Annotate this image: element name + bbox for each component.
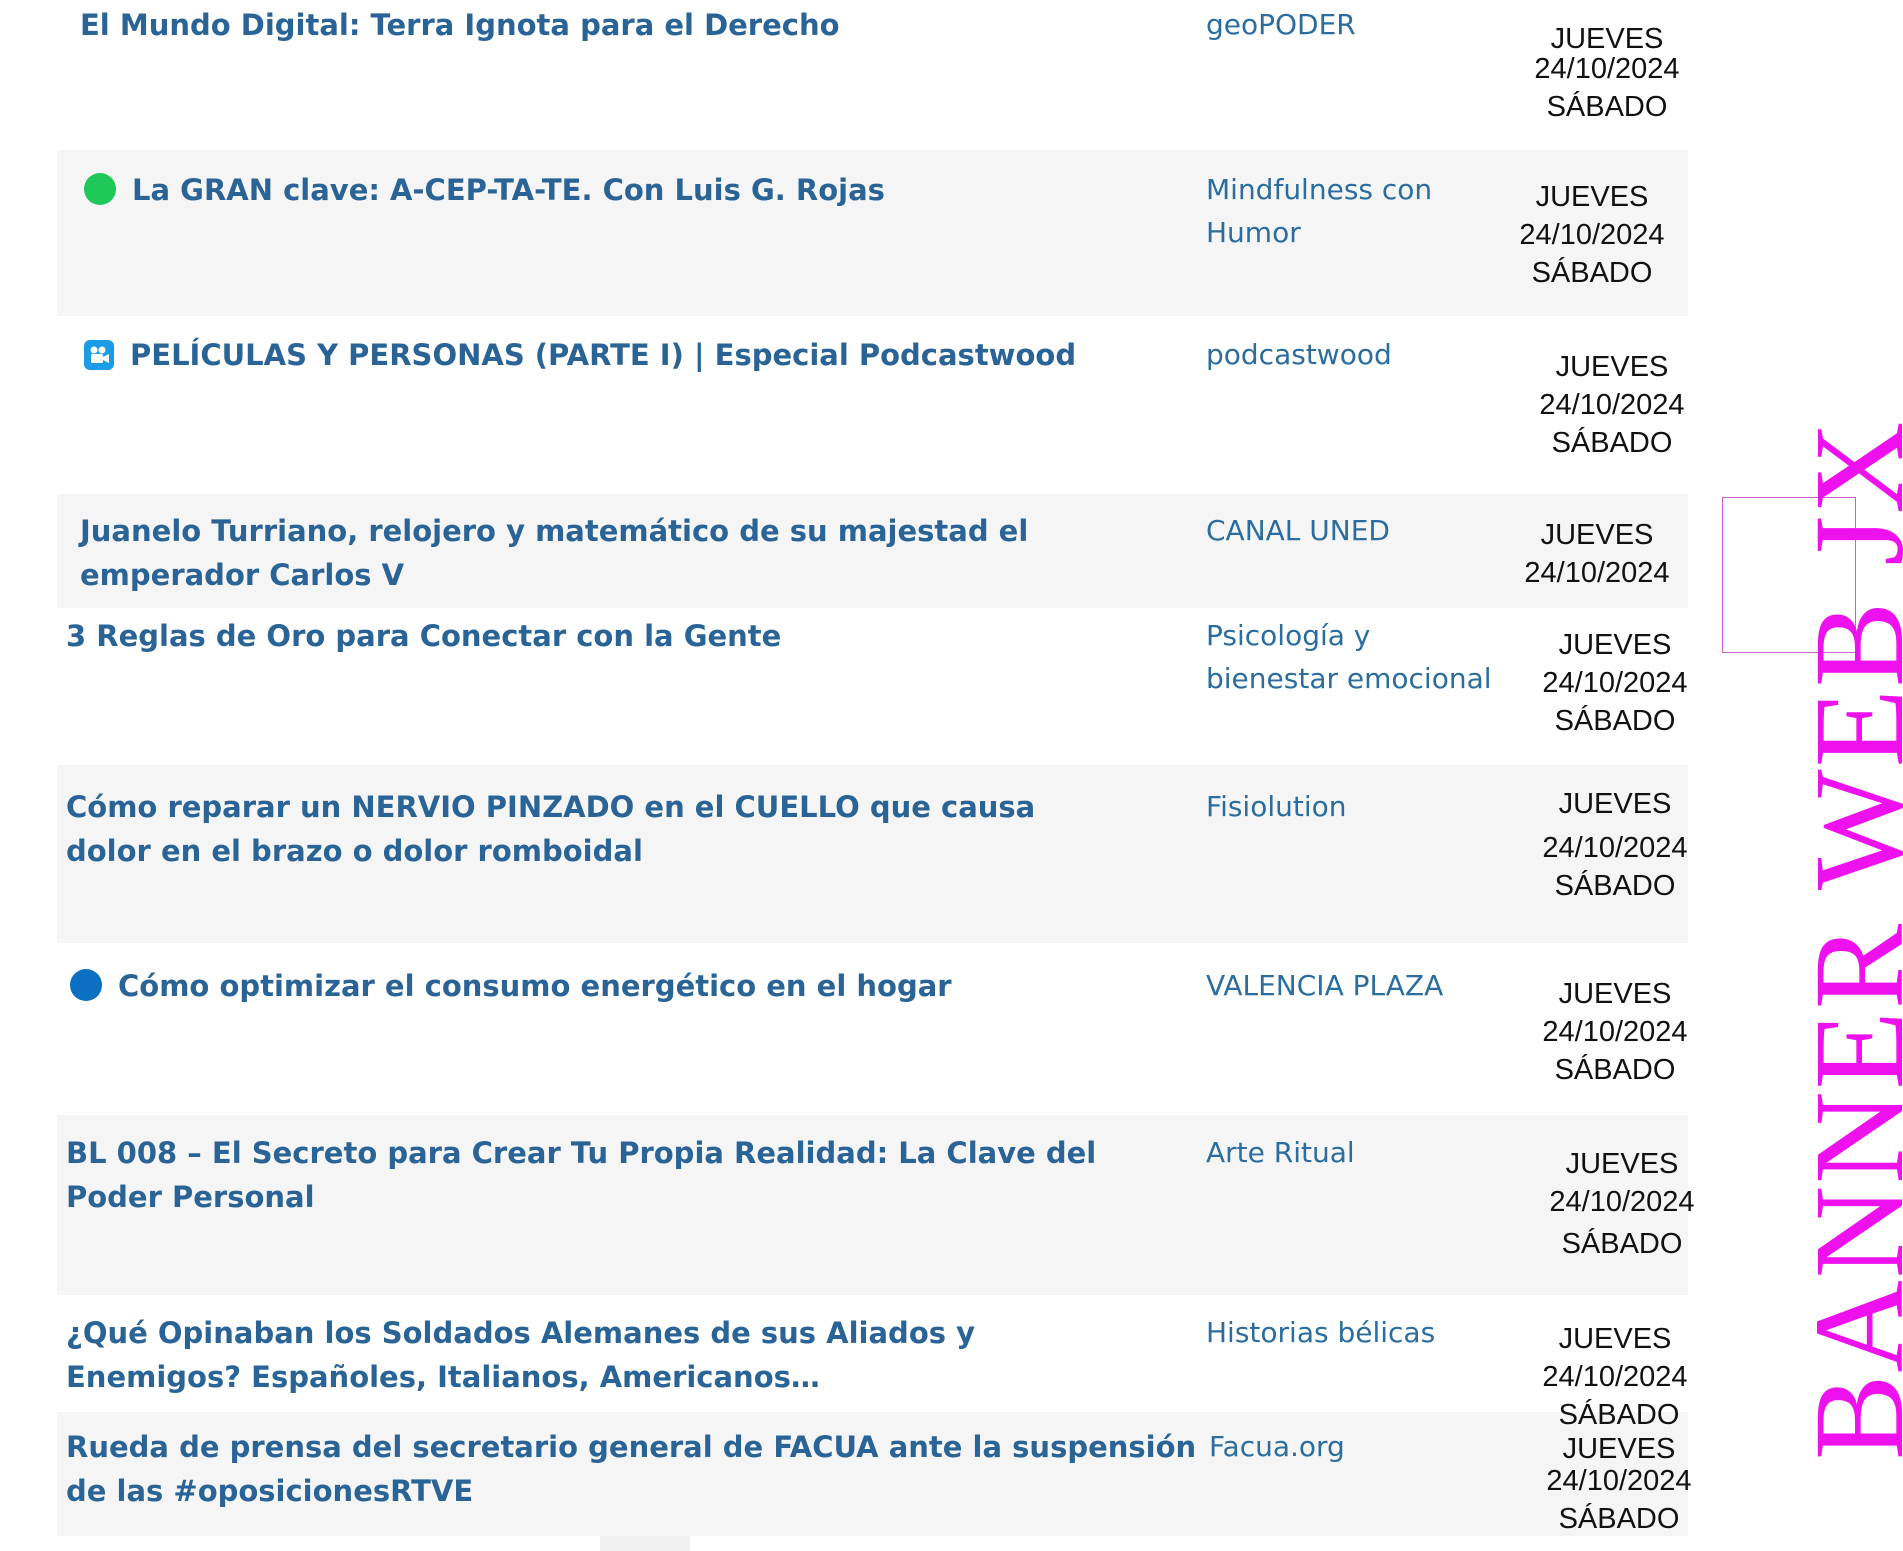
schedule-day-end: SÁBADO — [1546, 91, 1668, 123]
video-title-text: BL 008 – El Secreto para Crear Tu Propia… — [66, 1136, 1097, 1214]
video-title-text: 3 Reglas de Oro para Conectar con la Gen… — [66, 619, 782, 653]
channel-link[interactable]: Historias bélicas — [1206, 1311, 1506, 1354]
schedule-day-start: JUEVES — [1558, 629, 1672, 661]
video-title-link[interactable]: Juanelo Turriano, relojero y matemático … — [80, 509, 1205, 597]
table-row: PELÍCULAS Y PERSONAS (PARTE I) | Especia… — [57, 316, 1688, 494]
video-title-link[interactable]: 3 Reglas de Oro para Conectar con la Gen… — [66, 614, 1216, 658]
schedule-dates: JUEVES 24/10/2024 SÁBADO — [1477, 20, 1737, 126]
video-title-link[interactable]: La GRAN clave: A-CEP-TA-TE. Con Luis G. … — [84, 168, 1234, 212]
schedule-day-end: SÁBADO — [1561, 1228, 1683, 1260]
video-title-link[interactable]: El Mundo Digital: Terra Ignota para el D… — [80, 3, 1230, 47]
schedule-day-end: SÁBADO — [1531, 257, 1653, 289]
video-title-link[interactable]: Cómo optimizar el consumo energético en … — [70, 964, 1220, 1008]
schedule-day-start: JUEVES — [1558, 978, 1672, 1010]
channel-link[interactable]: Arte Ritual — [1206, 1131, 1506, 1174]
schedule-date: 24/10/2024 — [1542, 667, 1688, 699]
green-circle-icon — [84, 173, 116, 205]
schedule-dates: SÁBADO JUEVES 24/10/2024 SÁBADO — [1489, 1396, 1749, 1538]
schedule-dates: JUEVES 24/10/2024 SÁBADO — [1485, 785, 1745, 905]
channel-link[interactable]: VALENCIA PLAZA — [1206, 964, 1506, 1007]
video-title-text: Cómo optimizar el consumo energético en … — [118, 969, 952, 1003]
video-title-link[interactable]: Rueda de prensa del secretario general d… — [66, 1425, 1206, 1513]
blue-circle-icon — [70, 969, 102, 1001]
schedule-day-start: JUEVES — [1555, 351, 1669, 383]
video-title-text: Rueda de prensa del secretario general d… — [66, 1430, 1197, 1508]
table-row: Rueda de prensa del secretario general d… — [57, 1399, 1692, 1536]
schedule-day-start: JUEVES — [1558, 1323, 1672, 1355]
channel-link[interactable]: Fisiolution — [1206, 785, 1506, 828]
schedule-day-end: SÁBADO — [1558, 1399, 1680, 1431]
schedule-dates: JUEVES 24/10/2024 SÁBADO — [1485, 975, 1745, 1089]
table-row: Cómo reparar un NERVIO PINZADO en el CUE… — [57, 765, 1688, 943]
schedule-day-end: SÁBADO — [1558, 1503, 1680, 1535]
bottom-tab — [600, 1536, 690, 1551]
table-row: 3 Reglas de Oro para Conectar con la Gen… — [57, 608, 1688, 765]
schedule-day-start: JUEVES — [1540, 519, 1654, 551]
video-title-text: El Mundo Digital: Terra Ignota para el D… — [80, 8, 840, 42]
movie-camera-icon — [84, 340, 114, 370]
banner-web-jx[interactable]: BANNER WEB JX — [1788, 419, 1903, 1460]
schedule-date: 24/10/2024 — [1519, 219, 1665, 251]
table-row: Cómo optimizar el consumo energético en … — [57, 943, 1688, 1115]
video-title-text: Juanelo Turriano, relojero y matemático … — [80, 514, 1029, 592]
schedule-date: 24/10/2024 — [1542, 1361, 1688, 1393]
video-title-link[interactable]: ¿Qué Opinaban los Soldados Alemanes de s… — [66, 1311, 1096, 1399]
table-row: BL 008 – El Secreto para Crear Tu Propia… — [57, 1115, 1695, 1295]
video-title-link[interactable]: PELÍCULAS Y PERSONAS (PARTE I) | Especia… — [84, 333, 1234, 377]
schedule-dates: JUEVES 24/10/2024 — [1485, 1320, 1745, 1396]
table-row: ¿Qué Opinaban los Soldados Alemanes de s… — [57, 1295, 1688, 1412]
schedule-date: 24/10/2024 — [1542, 1016, 1688, 1048]
schedule-dates: JUEVES 24/10/2024 SÁBADO — [1492, 1145, 1752, 1263]
schedule-date: 24/10/2024 — [1546, 1465, 1692, 1497]
schedule-dates: JUEVES 24/10/2024 SÁBADO — [1462, 178, 1722, 292]
channel-link[interactable]: Facua.org — [1209, 1425, 1509, 1468]
schedule-date: 24/10/2024 — [1542, 832, 1688, 864]
schedule-dates: JUEVES 24/10/2024 SÁBADO — [1485, 626, 1745, 740]
channel-link[interactable]: CANAL UNED — [1206, 509, 1506, 552]
schedule-date: 24/10/2024 — [1549, 1186, 1695, 1218]
channel-link[interactable]: podcastwood — [1206, 333, 1506, 376]
table-row: Juanelo Turriano, relojero y matemático … — [57, 494, 1688, 608]
channel-link[interactable]: Psicología y bienestar emocional — [1206, 614, 1496, 700]
schedule-day-start: JUEVES — [1565, 1148, 1679, 1180]
schedule-dates: JUEVES 24/10/2024 SÁBADO — [1482, 348, 1742, 462]
video-title-link[interactable]: Cómo reparar un NERVIO PINZADO en el CUE… — [66, 785, 1116, 873]
video-title-link[interactable]: BL 008 – El Secreto para Crear Tu Propia… — [66, 1131, 1106, 1219]
video-title-text: PELÍCULAS Y PERSONAS (PARTE I) | Especia… — [130, 338, 1077, 372]
schedule-date: 24/10/2024 — [1524, 557, 1670, 589]
schedule-dates: JUEVES 24/10/2024 — [1467, 516, 1727, 592]
table-row: La GRAN clave: A-CEP-TA-TE. Con Luis G. … — [57, 150, 1688, 316]
schedule-day-end: SÁBADO — [1554, 870, 1676, 902]
schedule-day-end: SÁBADO — [1554, 705, 1676, 737]
schedule-day-start: JUEVES — [1535, 181, 1649, 213]
channel-link[interactable]: geoPODER — [1206, 3, 1506, 46]
schedule-date: 24/10/2024 — [1539, 389, 1685, 421]
video-title-text: La GRAN clave: A-CEP-TA-TE. Con Luis G. … — [132, 173, 885, 207]
schedule-day-start: JUEVES — [1558, 788, 1672, 820]
table-row: El Mundo Digital: Terra Ignota para el D… — [57, 0, 1688, 150]
video-title-text: Cómo reparar un NERVIO PINZADO en el CUE… — [66, 790, 1036, 868]
schedule-date: 24/10/2024 — [1534, 53, 1680, 85]
video-title-text: ¿Qué Opinaban los Soldados Alemanes de s… — [66, 1316, 975, 1394]
schedule-day-end: SÁBADO — [1554, 1054, 1676, 1086]
schedule-day-end: SÁBADO — [1551, 427, 1673, 459]
channel-link[interactable]: Mindfulness con Humor — [1206, 168, 1436, 254]
